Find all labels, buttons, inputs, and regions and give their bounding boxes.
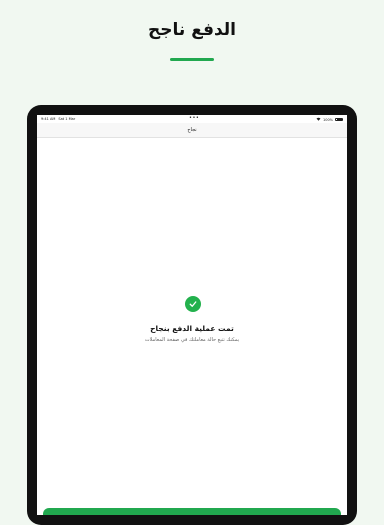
- promo-underline: [170, 58, 214, 61]
- status-time: 9:41 AM: [41, 117, 56, 121]
- wifi-icon: [316, 117, 321, 122]
- multitasking-dots-icon[interactable]: •••: [189, 115, 199, 121]
- battery-icon: [335, 117, 343, 122]
- promo-title: الدفع ناجح: [148, 20, 236, 40]
- navigation-bar: نجاح: [37, 123, 347, 138]
- success-subtitle: يمكنك تتبع حالة معاملتك في صفحة المعاملا…: [144, 337, 240, 343]
- battery-percent: 100%: [322, 117, 333, 122]
- tablet-frame: 9:41 AM Sat 1 Mar ••• 100% نجاح تمت عملية…: [27, 105, 357, 525]
- status-bar: 9:41 AM Sat 1 Mar ••• 100%: [37, 115, 347, 123]
- battery-fill: [336, 119, 342, 120]
- nav-title: نجاح: [187, 127, 197, 133]
- status-date: Sat 1 Mar: [58, 117, 76, 121]
- success-title: تمت عملية الدفع بنجاح: [150, 324, 234, 333]
- app-screen: 9:41 AM Sat 1 Mar ••• 100% نجاح تمت عملية…: [37, 115, 347, 515]
- status-left: 9:41 AM Sat 1 Mar: [41, 117, 78, 121]
- status-right: 100%: [316, 117, 343, 122]
- check-circle-icon: [185, 296, 201, 312]
